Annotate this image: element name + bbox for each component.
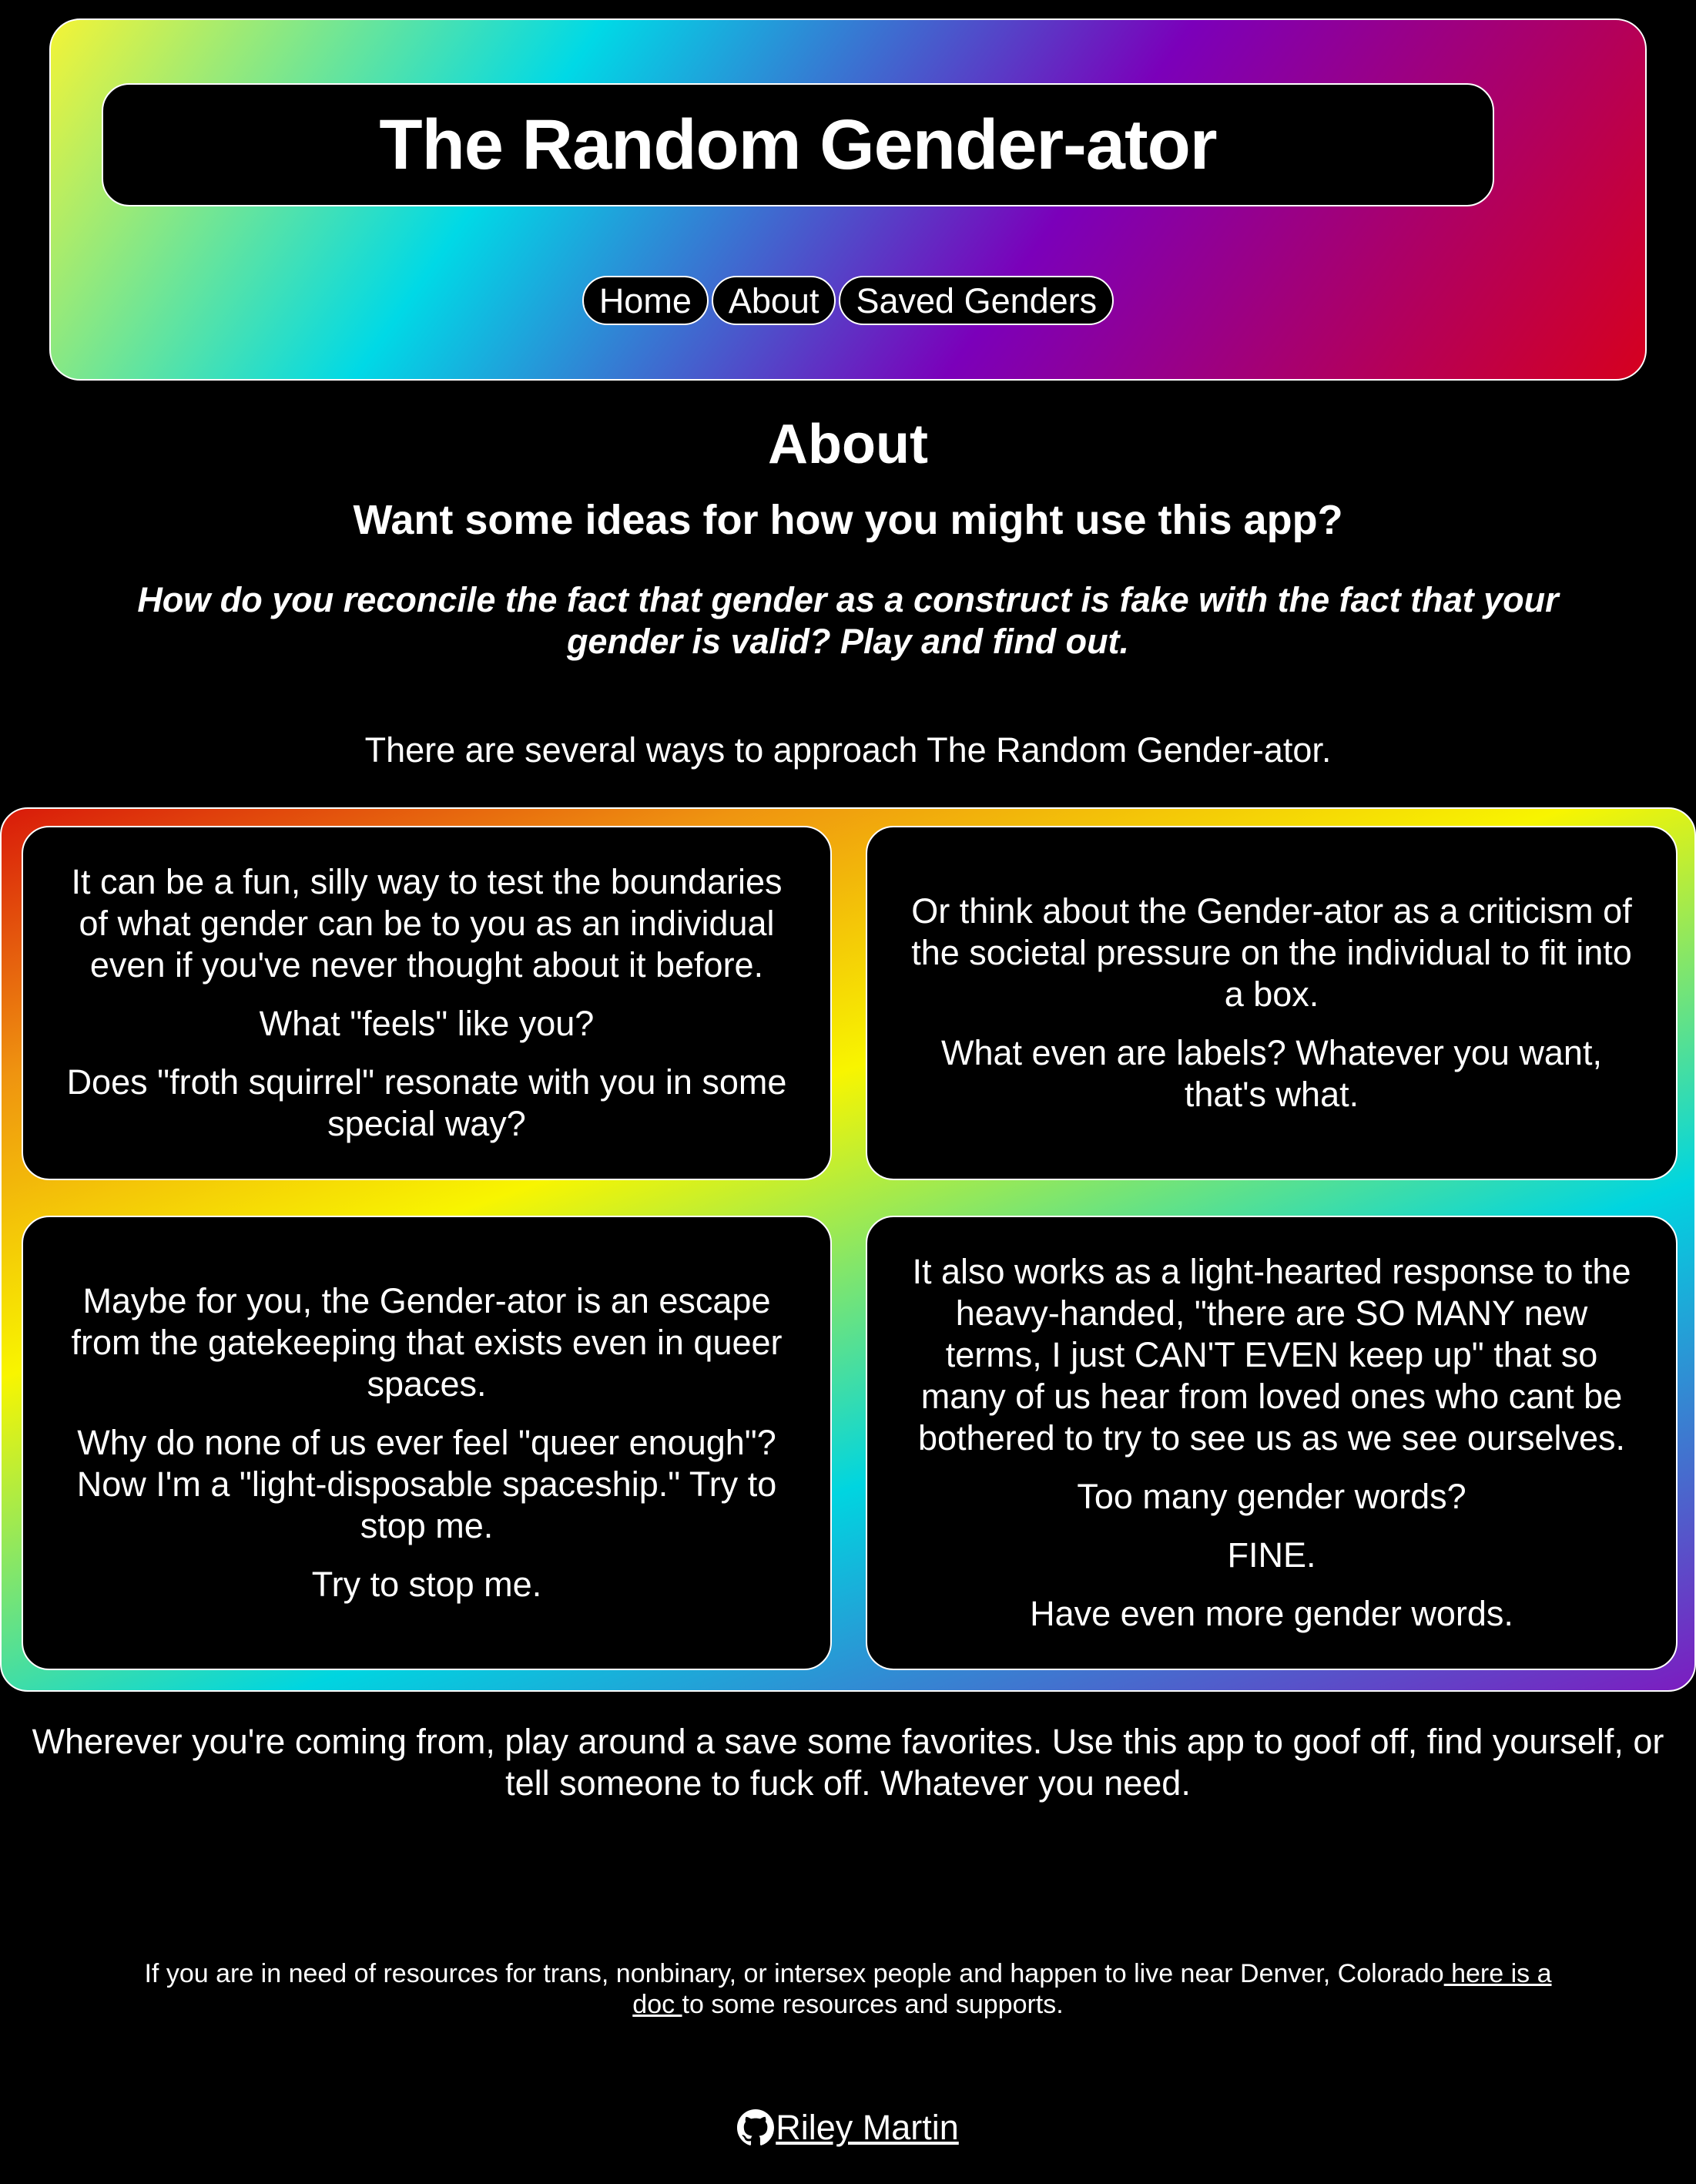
card-paragraph: Have even more gender words. (1030, 1594, 1513, 1633)
card-paragraph: What even are labels? Whatever you want,… (941, 1033, 1602, 1114)
resources-text-after: to some resources and supports. (682, 1990, 1064, 2019)
footer: Riley Martin (0, 2108, 1696, 2148)
github-icon[interactable] (737, 2109, 775, 2146)
card-paragraph: Maybe for you, the Gender-ator is an esc… (71, 1281, 783, 1404)
nav-saved-genders-link[interactable]: Saved Genders (839, 276, 1114, 325)
idea-card-criticism: Or think about the Gender-ator as a crit… (866, 826, 1678, 1180)
author-link[interactable]: Riley Martin (776, 2108, 959, 2148)
card-paragraph: Why do none of us ever feel "queer enoug… (76, 1423, 777, 1545)
card-paragraph: It can be a fun, silly way to test the b… (71, 862, 783, 985)
title-container: The Random Gender-ator (102, 83, 1494, 206)
card-paragraph: What "feels" like you? (259, 1004, 595, 1043)
card-paragraph: Or think about the Gender-ator as a crit… (911, 891, 1632, 1014)
main-nav: Home About Saved Genders (0, 276, 1696, 325)
page-subtitle: Want some ideas for how you might use th… (353, 497, 1343, 543)
page-title: About (768, 414, 928, 475)
card-paragraph: FINE. (1227, 1535, 1316, 1575)
tagline: How do you reconcile the fact that gende… (137, 580, 1559, 661)
idea-card-fun: It can be a fun, silly way to test the b… (22, 826, 832, 1180)
closing-text: Wherever you're coming from, play around… (32, 1722, 1664, 1803)
resources-text-before: If you are in need of resources for tran… (144, 1959, 1444, 1988)
intro-text: There are several ways to approach The R… (364, 730, 1332, 770)
card-paragraph: Try to stop me. (311, 1565, 542, 1604)
idea-card-response: It also works as a light-hearted respons… (866, 1216, 1678, 1670)
nav-about-link[interactable]: About (711, 276, 836, 325)
nav-home-link[interactable]: Home (582, 276, 709, 325)
app-title: The Random Gender-ator (379, 105, 1217, 184)
resources-text: If you are in need of resources for tran… (123, 1958, 1573, 2020)
idea-card-escape: Maybe for you, the Gender-ator is an esc… (22, 1216, 832, 1670)
card-paragraph: Too many gender words? (1077, 1477, 1466, 1516)
card-paragraph: Does "froth squirrel" resonate with you … (66, 1062, 787, 1143)
card-paragraph: It also works as a light-hearted respons… (912, 1252, 1631, 1458)
